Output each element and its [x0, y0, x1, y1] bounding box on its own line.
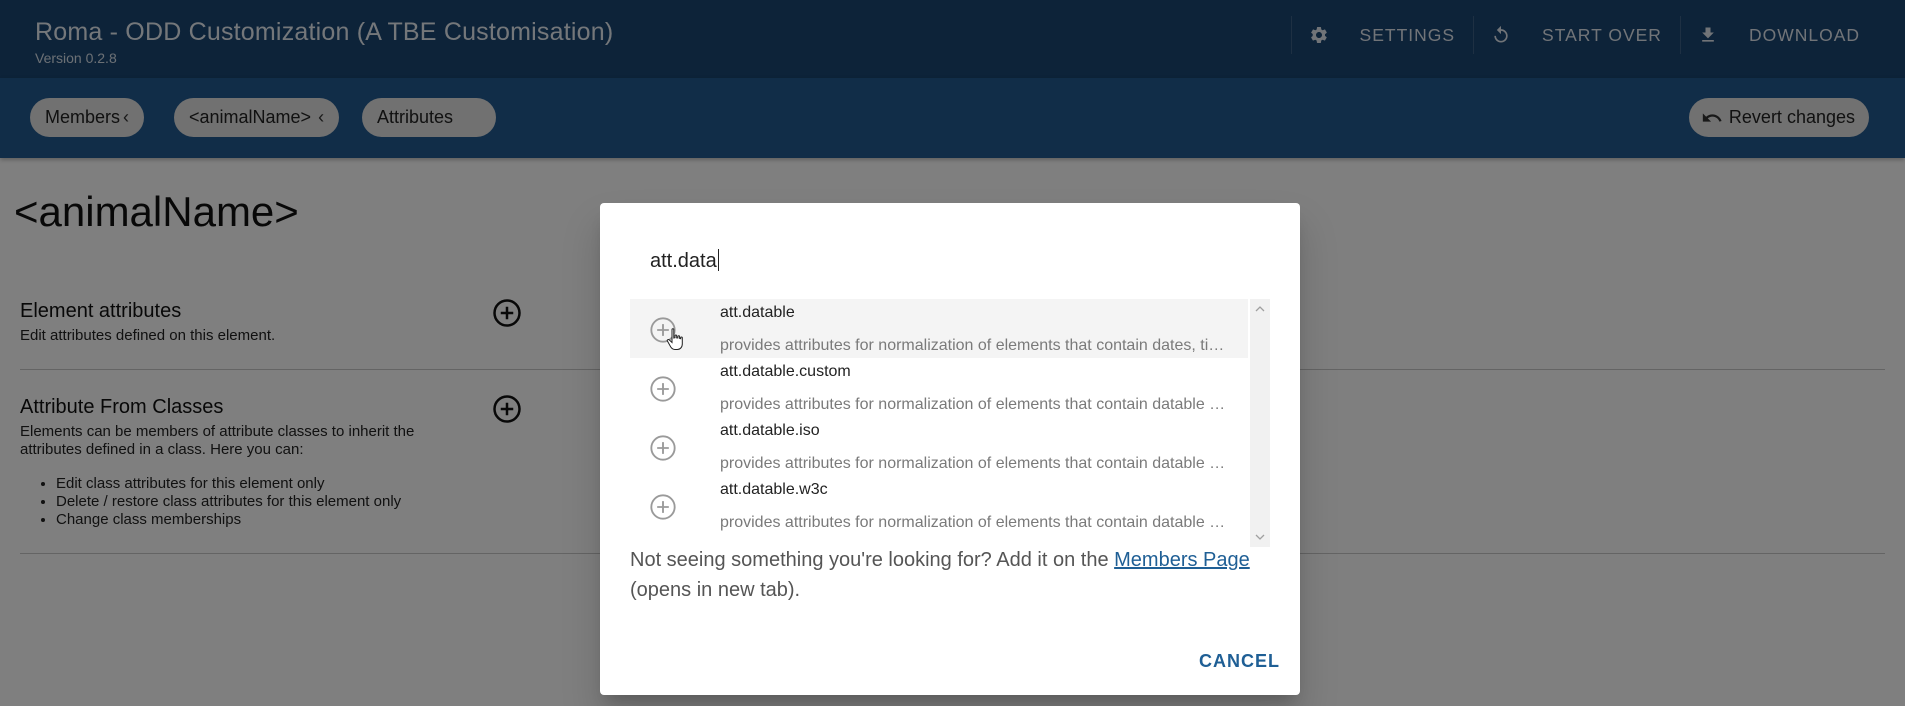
result-description: provides attributes for normalization of…	[720, 396, 1230, 413]
list-item[interactable]: att.datable.custom provides attributes f…	[630, 358, 1248, 417]
members-page-link[interactable]: Members Page	[1114, 549, 1250, 571]
note-text: Not seeing something you're looking for?…	[630, 549, 1115, 571]
result-description: provides attributes for normalization of…	[720, 455, 1230, 472]
add-class-dialog: att.data att.datable provides attributes…	[600, 203, 1300, 695]
cancel-button[interactable]: CANCEL	[1199, 651, 1280, 672]
result-name: att.datable.iso	[720, 422, 820, 439]
result-name: att.datable	[720, 304, 795, 321]
scroll-up-icon[interactable]	[1255, 304, 1265, 314]
result-description: provides attributes for normalization of…	[720, 514, 1230, 531]
search-input[interactable]: att.data	[650, 249, 719, 273]
list-item[interactable]: att.datable.w3c provides attributes for …	[630, 476, 1248, 535]
note-text: (opens in new tab).	[630, 579, 801, 601]
list-item[interactable]: att.datable provides attributes for norm…	[630, 299, 1248, 358]
hand-pointer-icon	[666, 328, 683, 350]
add-circle-icon[interactable]	[649, 375, 677, 403]
help-note: Not seeing something you're looking for?…	[630, 545, 1270, 605]
add-circle-icon[interactable]	[649, 434, 677, 462]
result-name: att.datable.custom	[720, 363, 851, 380]
scroll-down-icon[interactable]	[1255, 532, 1265, 542]
list-item[interactable]: att.datable.iso provides attributes for …	[630, 417, 1248, 476]
text-caret	[717, 249, 719, 271]
result-description: provides attributes for normalization of…	[720, 337, 1230, 354]
search-input-value: att.data	[650, 250, 717, 272]
result-name: att.datable.w3c	[720, 481, 828, 498]
scrollbar[interactable]	[1250, 299, 1270, 547]
add-circle-icon[interactable]	[649, 493, 677, 521]
results-list[interactable]: att.datable provides attributes for norm…	[630, 299, 1270, 547]
